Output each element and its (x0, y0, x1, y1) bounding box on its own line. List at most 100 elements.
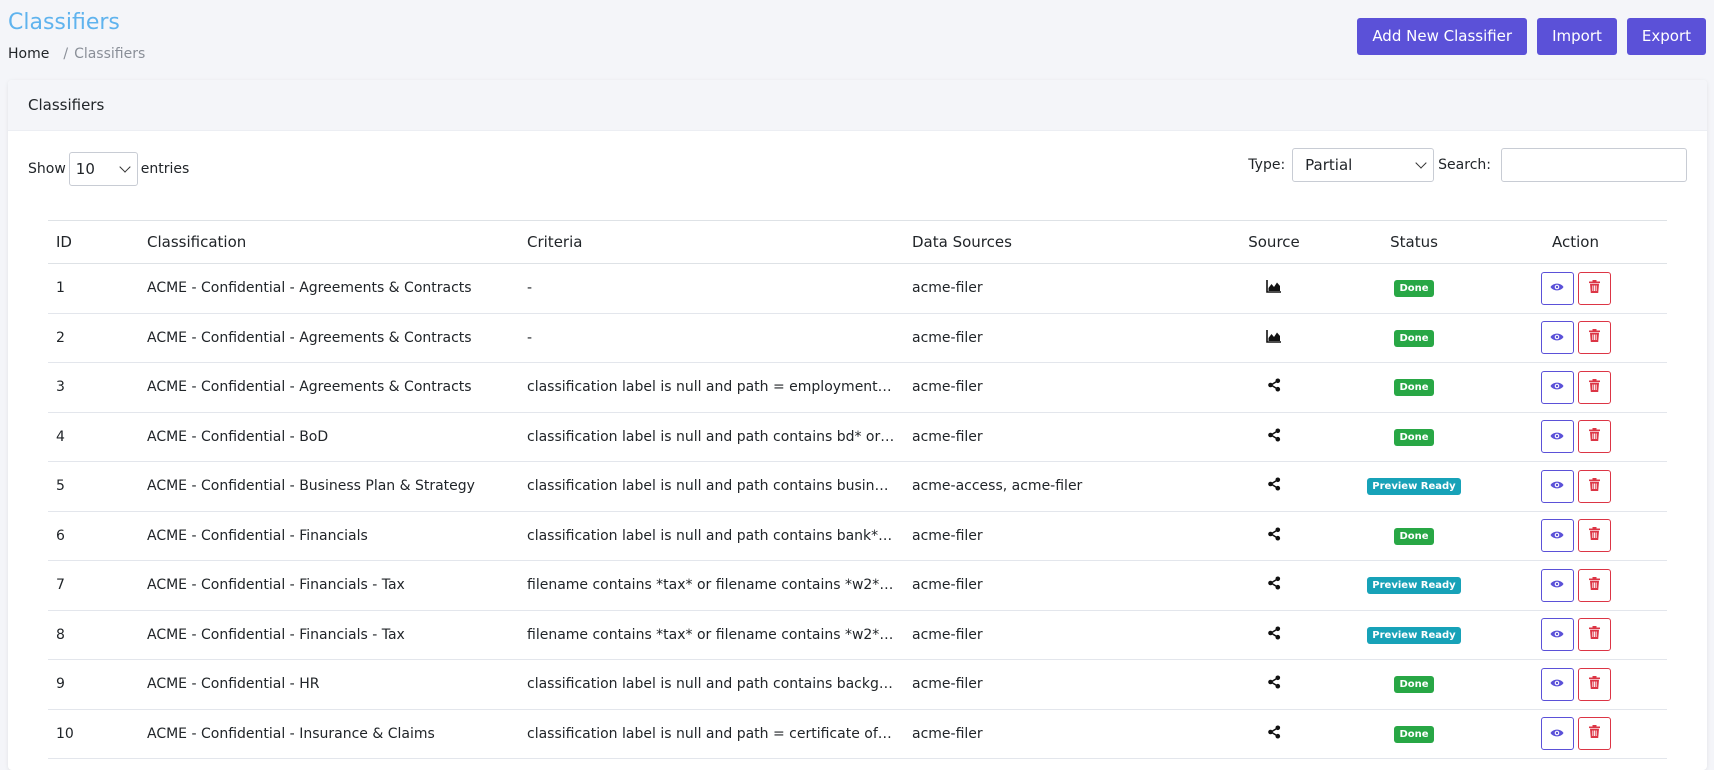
view-button[interactable] (1540, 618, 1574, 652)
delete-button[interactable] (1577, 370, 1611, 404)
delete-button[interactable] (1577, 271, 1611, 305)
cell-data-sources: acme-filer (904, 362, 1204, 413)
table-row: 8 ACME - Confidential - Financials - Tax f… (48, 610, 1667, 660)
cell-id: 2 (48, 313, 139, 363)
add-new-classifier-button[interactable]: Add New Classifier (1357, 18, 1528, 55)
delete-button[interactable] (1577, 717, 1611, 751)
cell-criteria: classification label is null and path co… (519, 412, 904, 462)
search-label: Search: (1438, 157, 1491, 173)
column-header-classification[interactable]: Classification (139, 220, 519, 264)
cell-criteria: classification label is null and path = … (519, 362, 904, 413)
cell-criteria: classification label is null and path co… (519, 461, 904, 512)
breadcrumb-current: Classifiers (74, 46, 146, 62)
export-button[interactable]: Export (1626, 18, 1706, 55)
cell-action (1484, 461, 1667, 512)
delete-button[interactable] (1577, 568, 1611, 602)
cell-classification: ACME - Confidential - Agreements & Contr… (139, 313, 519, 363)
cell-action (1484, 412, 1667, 462)
column-header-source[interactable]: Source (1204, 220, 1344, 264)
cell-criteria: - (519, 313, 904, 363)
view-button[interactable] (1540, 321, 1574, 355)
search-input[interactable] (1501, 148, 1687, 182)
share-icon (1267, 477, 1281, 495)
view-button[interactable] (1540, 420, 1574, 454)
type-label: Type: (1248, 157, 1286, 173)
view-button[interactable] (1540, 568, 1574, 602)
share-icon (1267, 725, 1281, 743)
trash-icon (1588, 477, 1600, 495)
breadcrumb-home-link[interactable]: Home (8, 44, 49, 64)
cell-data-sources: acme-filer (904, 560, 1204, 611)
status-badge: Preview Ready (1367, 478, 1461, 496)
import-button[interactable]: Import (1537, 18, 1617, 55)
entries-select-value: 10 (75, 160, 95, 178)
column-header-id[interactable]: ID (48, 220, 139, 264)
cell-data-sources: acme-filer (904, 610, 1204, 660)
view-button[interactable] (1540, 519, 1574, 553)
status-badge: Done (1394, 329, 1434, 347)
column-header-status[interactable]: Status (1344, 220, 1484, 264)
cell-data-sources: acme-filer (904, 263, 1204, 314)
cell-status: Done (1344, 313, 1484, 363)
status-badge: Preview Ready (1367, 577, 1461, 595)
cell-source (1204, 263, 1344, 314)
view-button[interactable] (1540, 667, 1574, 701)
view-button[interactable] (1540, 469, 1574, 503)
cell-action (1484, 659, 1667, 710)
trash-icon (1588, 725, 1600, 742)
cell-source (1204, 461, 1344, 512)
show-label: Show (28, 161, 66, 177)
cell-id: 1 (48, 263, 139, 314)
status-badge: Done (1394, 527, 1434, 545)
status-badge: Preview Ready (1367, 626, 1461, 644)
cell-classification: ACME - Confidential - Financials (139, 511, 519, 561)
delete-button[interactable] (1577, 469, 1611, 503)
chart-area-icon (1266, 279, 1282, 297)
delete-button[interactable] (1577, 618, 1611, 652)
chart-area-icon (1266, 329, 1282, 347)
cell-status: Preview Ready (1344, 461, 1484, 512)
trash-icon (1588, 428, 1600, 445)
breadcrumb-separator: / (63, 46, 69, 62)
view-button[interactable] (1540, 717, 1574, 751)
cell-status: Done (1344, 511, 1484, 561)
delete-button[interactable] (1577, 321, 1611, 355)
table-controls: Show 10 entries Type: Partial Search: (28, 148, 1687, 188)
filter-controls: Type: Partial Search: (1248, 148, 1687, 182)
cell-status: Preview Ready (1344, 610, 1484, 660)
cell-status: Preview Ready (1344, 560, 1484, 611)
view-button[interactable] (1540, 271, 1574, 305)
chevron-down-icon (119, 161, 131, 173)
status-badge: Done (1394, 725, 1434, 743)
share-icon (1267, 527, 1281, 545)
eye-icon (1550, 726, 1564, 742)
table-body: 1 ACME - Confidential - Agreements & Cont… (48, 263, 1667, 759)
delete-button[interactable] (1577, 667, 1611, 701)
entries-select[interactable]: 10 (68, 152, 138, 186)
share-icon (1267, 626, 1281, 644)
card-title: Classifiers (8, 80, 1707, 131)
cell-classification: ACME - Confidential - Agreements & Contr… (139, 362, 519, 413)
cell-status: Done (1344, 709, 1484, 759)
delete-button[interactable] (1577, 519, 1611, 553)
breadcrumb: Home / Classifiers (8, 44, 145, 64)
cell-action (1484, 362, 1667, 413)
column-header-data-sources[interactable]: Data Sources (904, 220, 1204, 264)
view-button[interactable] (1540, 370, 1574, 404)
cell-status: Done (1344, 412, 1484, 462)
cell-id: 5 (48, 461, 139, 512)
trash-icon (1588, 675, 1600, 693)
cell-source (1204, 560, 1344, 611)
type-select[interactable]: Partial (1292, 148, 1435, 182)
cell-data-sources: acme-filer (904, 313, 1204, 363)
cell-status: Done (1344, 659, 1484, 710)
cell-status: Done (1344, 263, 1484, 314)
table-row: 3 ACME - Confidential - Agreements & Cont… (48, 362, 1667, 413)
table-row: 6 ACME - Confidential - Financials classif… (48, 511, 1667, 561)
cell-source (1204, 362, 1344, 413)
show-entries: Show 10 entries (28, 152, 189, 186)
delete-button[interactable] (1577, 420, 1611, 454)
cell-classification: ACME - Confidential - Insurance & Claims (139, 709, 519, 759)
trash-icon (1588, 626, 1600, 643)
column-header-criteria[interactable]: Criteria (519, 220, 904, 264)
